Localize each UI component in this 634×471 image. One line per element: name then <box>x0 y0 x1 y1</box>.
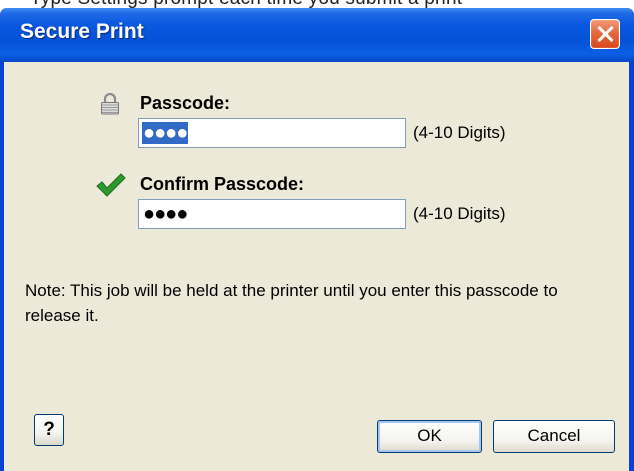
confirm-passcode-value: ●●●● <box>143 203 188 225</box>
passcode-value: ●●●● <box>142 122 188 144</box>
help-button[interactable]: ? <box>34 414 64 446</box>
passcode-label: Passcode: <box>140 93 231 113</box>
cancel-button[interactable]: Cancel <box>493 420 615 453</box>
secure-print-dialog: Secure Print Passcode: ●●●● (4-10 Digits… <box>0 8 634 471</box>
confirm-passcode-label: Confirm Passcode: <box>140 174 305 194</box>
confirm-passcode-input[interactable]: ●●●● <box>138 199 406 229</box>
ok-button[interactable]: OK <box>377 420 482 453</box>
background-window-strip: Type Settings prompt each time you submi… <box>0 0 634 8</box>
dialog-body: Passcode: ●●●● (4-10 Digits) Confirm Pas… <box>4 62 629 471</box>
note-text: Note: This job will be held at the print… <box>25 281 558 325</box>
close-button[interactable] <box>590 19 620 49</box>
title-bar[interactable]: Secure Print <box>0 8 634 62</box>
confirm-passcode-hint: (4-10 Digits) <box>413 204 506 223</box>
passcode-hint: (4-10 Digits) <box>413 123 506 142</box>
passcode-input[interactable]: ●●●● <box>138 118 406 148</box>
checkmark-icon <box>96 173 126 197</box>
lock-icon <box>101 93 119 115</box>
dialog-title: Secure Print <box>20 20 144 43</box>
background-text: Type Settings prompt each time you submi… <box>30 0 462 8</box>
